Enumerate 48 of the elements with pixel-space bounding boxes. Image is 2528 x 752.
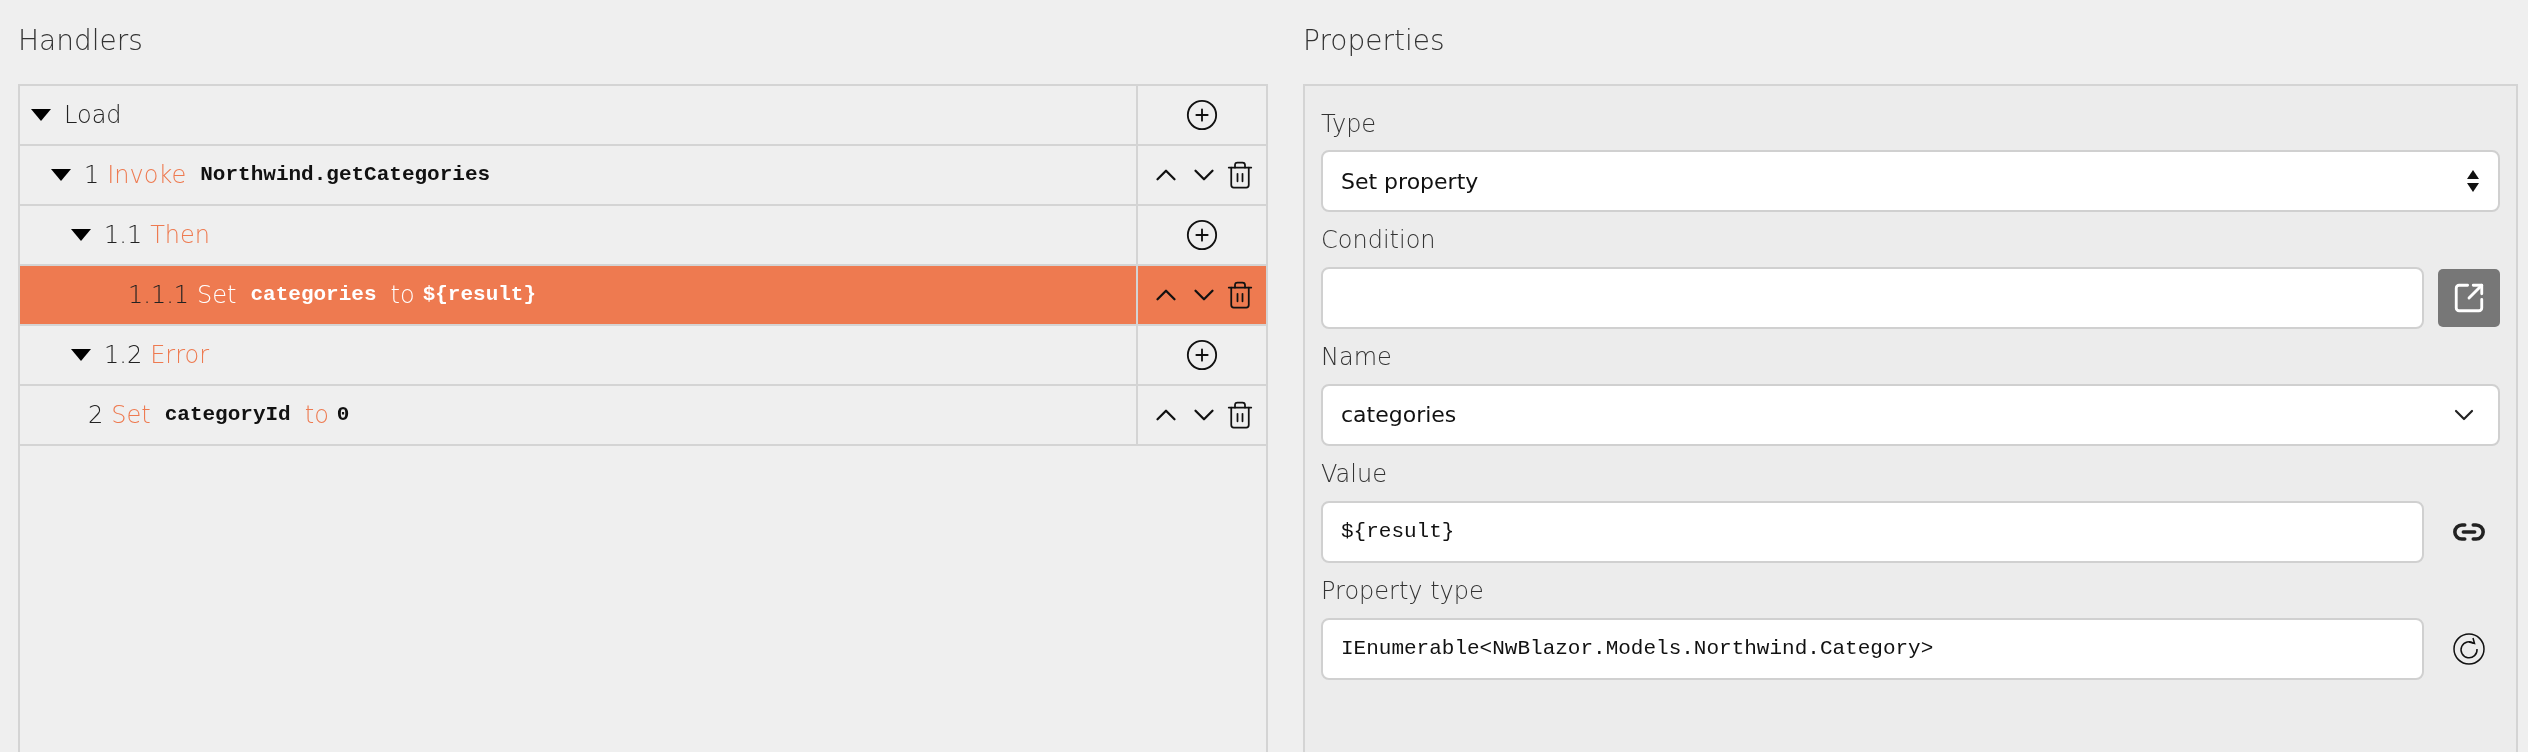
collapse-arrow-icon[interactable]: [70, 226, 92, 243]
step-value: ${result}: [422, 283, 537, 307]
refresh-icon[interactable]: [2452, 631, 2486, 666]
step-keyword: Then: [150, 220, 211, 249]
step-keyword: Set: [197, 280, 237, 309]
step-keyword: Set: [111, 400, 151, 429]
tree-row[interactable]: 2 Set categoryId to 0: [20, 385, 1266, 446]
step-number: 1: [84, 160, 100, 189]
step-number: 2: [88, 400, 104, 429]
step-keyword: to: [304, 400, 329, 429]
step-target: categories: [250, 283, 377, 307]
step-keyword: Error: [150, 340, 210, 369]
step-value: 0: [336, 403, 350, 427]
delete-icon[interactable]: [1225, 279, 1255, 310]
add-icon[interactable]: [1185, 97, 1219, 132]
step-number: 1.1: [104, 220, 143, 249]
delete-icon[interactable]: [1225, 159, 1255, 190]
step-keyword: to: [390, 280, 415, 309]
step-number: 1.1.1: [128, 280, 190, 309]
tree-row[interactable]: Load: [20, 85, 1266, 146]
step-keyword: Invoke: [107, 160, 187, 189]
step-number: 1.2: [104, 340, 143, 369]
name-dropdown[interactable]: categories: [1321, 384, 2500, 446]
collapse-arrow-icon[interactable]: [50, 166, 72, 183]
add-icon[interactable]: [1185, 217, 1219, 252]
collapse-arrow-icon[interactable]: [30, 106, 52, 123]
select-arrows-icon: [2466, 169, 2480, 194]
field-label: Property type: [1321, 575, 1485, 607]
open-editor-button[interactable]: [2438, 269, 2500, 328]
tree-row[interactable]: 1 Invoke Northwind.getCategories: [20, 145, 1266, 206]
add-icon[interactable]: [1185, 337, 1219, 372]
event-label: Load: [64, 100, 122, 129]
handlers-title: Handlers: [18, 23, 144, 59]
collapse-arrow-icon[interactable]: [70, 346, 92, 363]
condition-field[interactable]: [1321, 267, 2424, 330]
field-label: Name: [1321, 342, 1393, 374]
tree-row[interactable]: 1.1.1 Set categories to ${result}: [20, 265, 1266, 326]
field-label: Value: [1321, 459, 1388, 490]
field-label: Condition: [1321, 225, 1437, 257]
step-target: categoryId: [164, 403, 291, 427]
step-target: Northwind.getCategories: [200, 163, 491, 187]
property-type-field[interactable]: IEnumerable<NwBlazor.Models.Northwind.Category>: [1321, 617, 2424, 680]
properties-title: Properties: [1303, 23, 1446, 59]
delete-icon[interactable]: [1225, 399, 1255, 430]
value-field[interactable]: ${result}: [1321, 500, 2424, 563]
field-label: Type: [1321, 108, 1378, 140]
type-select[interactable]: Set property: [1321, 150, 2500, 213]
tree-row[interactable]: 1.2 Error: [20, 325, 1266, 386]
